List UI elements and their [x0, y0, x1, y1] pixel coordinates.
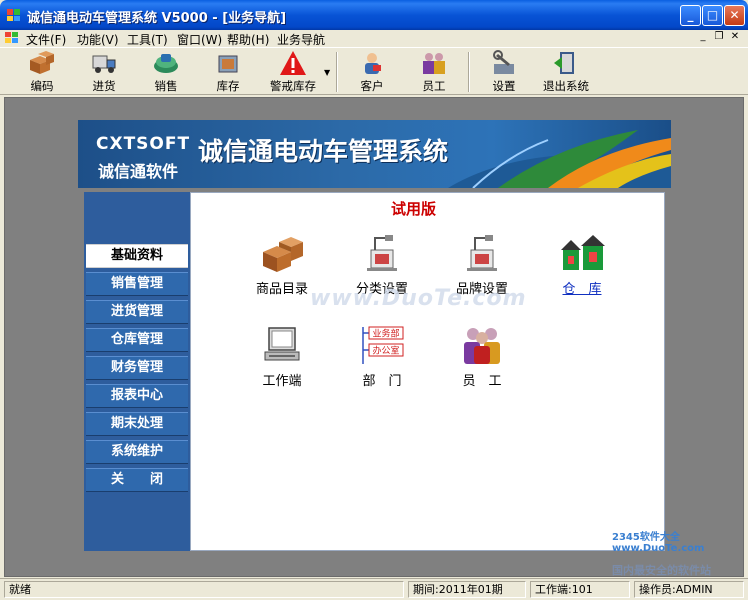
toolbar-label: 销售	[154, 79, 178, 93]
exit-icon	[554, 52, 574, 74]
window-title: 诚信通电动车管理系统 V5000 - [业务导航]	[27, 11, 287, 26]
toolbar-label: 设置	[492, 79, 516, 93]
nav-warehouse-management[interactable]: 仓库管理	[86, 328, 188, 352]
dept-tag-business: 业务部	[372, 328, 399, 340]
workstation-icon	[264, 327, 300, 361]
shortcut-warehouse[interactable]: 仓 库	[542, 232, 622, 297]
nav-basic-data[interactable]: 基础资料	[86, 244, 188, 268]
toolbar-exit-button[interactable]: 退出系统	[540, 50, 592, 94]
mdi-restore-button[interactable]: ❐	[712, 31, 726, 44]
nav-report-center[interactable]: 报表中心	[86, 384, 188, 408]
watermark-slogan: 国内最安全的软件站	[612, 564, 711, 577]
shortcut-label: 部 门	[362, 374, 402, 389]
shortcut-department[interactable]: 业务部 办公室 部 门	[342, 324, 422, 389]
app-icon	[7, 9, 20, 21]
menu-tools[interactable]: 工具(T)	[127, 31, 168, 48]
department-icon: 业务部 办公室	[362, 326, 404, 364]
shortcut-label: 仓 库	[562, 282, 602, 297]
doc-icon	[5, 32, 18, 43]
toolbar-label: 进货	[92, 79, 116, 93]
warehouse-icon	[218, 55, 238, 73]
toolbar-sales-button[interactable]: 销售	[144, 50, 188, 94]
nav-period-end[interactable]: 期末处理	[86, 412, 188, 436]
brand-english: CXTSOFT	[96, 134, 191, 154]
toolbar-label: 警戒库存	[270, 79, 316, 93]
minimize-button[interactable]: _	[680, 5, 701, 26]
trial-label: 试用版	[391, 200, 437, 218]
warning-icon	[280, 51, 306, 75]
shortcut-workstation[interactable]: 工作端	[242, 324, 322, 389]
product-catalog-icon	[263, 237, 303, 272]
category-icon	[367, 235, 397, 271]
menu-function[interactable]: 功能(V)	[77, 31, 119, 48]
nav-purchase-management[interactable]: 进货管理	[86, 300, 188, 324]
toolbar-label: 客户	[360, 79, 384, 93]
nav-system-maintenance[interactable]: 系统维护	[86, 440, 188, 464]
nav-sales-management[interactable]: 销售管理	[86, 272, 188, 296]
shortcut-label: 员 工	[462, 374, 502, 389]
toolbar-separator	[336, 52, 338, 92]
maximize-button[interactable]: □	[702, 5, 723, 26]
customer-icon	[365, 53, 381, 74]
shortcut-employee[interactable]: 员 工	[442, 324, 522, 389]
toolbar-label: 退出系统	[543, 79, 589, 93]
staff-icon	[423, 53, 445, 74]
status-operator: 操作员:ADMIN	[634, 581, 744, 598]
toolbar-label: 库存	[216, 79, 240, 93]
dropdown-arrow-icon[interactable]: ▼	[324, 68, 330, 77]
brand-chinese: 诚信通软件	[98, 162, 179, 181]
nav-finance-management[interactable]: 财务管理	[86, 356, 188, 380]
mdi-minimize-button[interactable]: _	[696, 31, 710, 44]
mdi-close-button[interactable]: ✕	[728, 31, 742, 44]
toolbar-label: 员工	[422, 79, 446, 93]
close-button[interactable]: ✕	[724, 5, 745, 26]
toolbar-alert-stock-button[interactable]: 警戒库存	[264, 50, 322, 94]
toolbar-inventory-button[interactable]: 库存	[206, 50, 250, 94]
toolbar-purchase-button[interactable]: 进货	[82, 50, 126, 94]
menu-window[interactable]: 窗口(W)	[177, 31, 222, 48]
system-title: 诚信通电动车管理系统	[198, 137, 449, 166]
toolbar: 编码 进货 销售 库存 警戒库存 ▼ 客户 员工 设置 退出系统	[0, 47, 748, 95]
title-bar: 诚信通电动车管理系统 V5000 - [业务导航] _ □ ✕	[0, 0, 748, 30]
toolbar-settings-button[interactable]: 设置	[482, 50, 526, 94]
status-ready: 就绪	[4, 581, 404, 598]
watermark-2345: 2345软件大全 www.DuoTe.com	[612, 532, 705, 554]
status-bar: 就绪 期间:2011年01期 工作端:101 操作员:ADMIN	[0, 578, 748, 600]
brand-icon	[467, 235, 497, 271]
menu-help[interactable]: 帮助(H)	[227, 31, 269, 48]
toolbar-label: 编码	[30, 79, 54, 93]
sales-icon	[154, 54, 178, 73]
nav-close[interactable]: 关 闭	[86, 468, 188, 492]
dept-tag-office: 办公室	[372, 345, 399, 357]
settings-icon	[493, 50, 514, 74]
toolbar-customer-button[interactable]: 客户	[350, 50, 394, 94]
watermark-duote: www.DuoTe.com	[310, 286, 527, 311]
status-period: 期间:2011年01期	[408, 581, 526, 598]
boxes-icon	[30, 51, 54, 74]
module-nav-panel: 基础资料 销售管理 进货管理 仓库管理 财务管理 报表中心 期末处理 系统维护 …	[84, 192, 190, 551]
truck-icon	[92, 55, 116, 73]
toolbar-staff-button[interactable]: 员工	[412, 50, 456, 94]
status-terminal: 工作端:101	[530, 581, 630, 598]
toolbar-coding-button[interactable]: 编码	[20, 50, 64, 94]
shortcut-label: 工作端	[262, 374, 302, 389]
employee-icon	[464, 328, 500, 364]
menu-file[interactable]: 文件(F)	[26, 31, 66, 48]
menu-business-nav[interactable]: 业务导航	[277, 31, 325, 48]
menu-bar: 文件(F) 功能(V) 工具(T) 窗口(W) 帮助(H) 业务导航 _ ❐ ✕	[0, 30, 748, 47]
warehouse-house-icon	[561, 235, 605, 270]
toolbar-separator	[468, 52, 470, 92]
system-banner: CXTSOFT 诚信通软件 诚信通电动车管理系统	[78, 120, 671, 188]
